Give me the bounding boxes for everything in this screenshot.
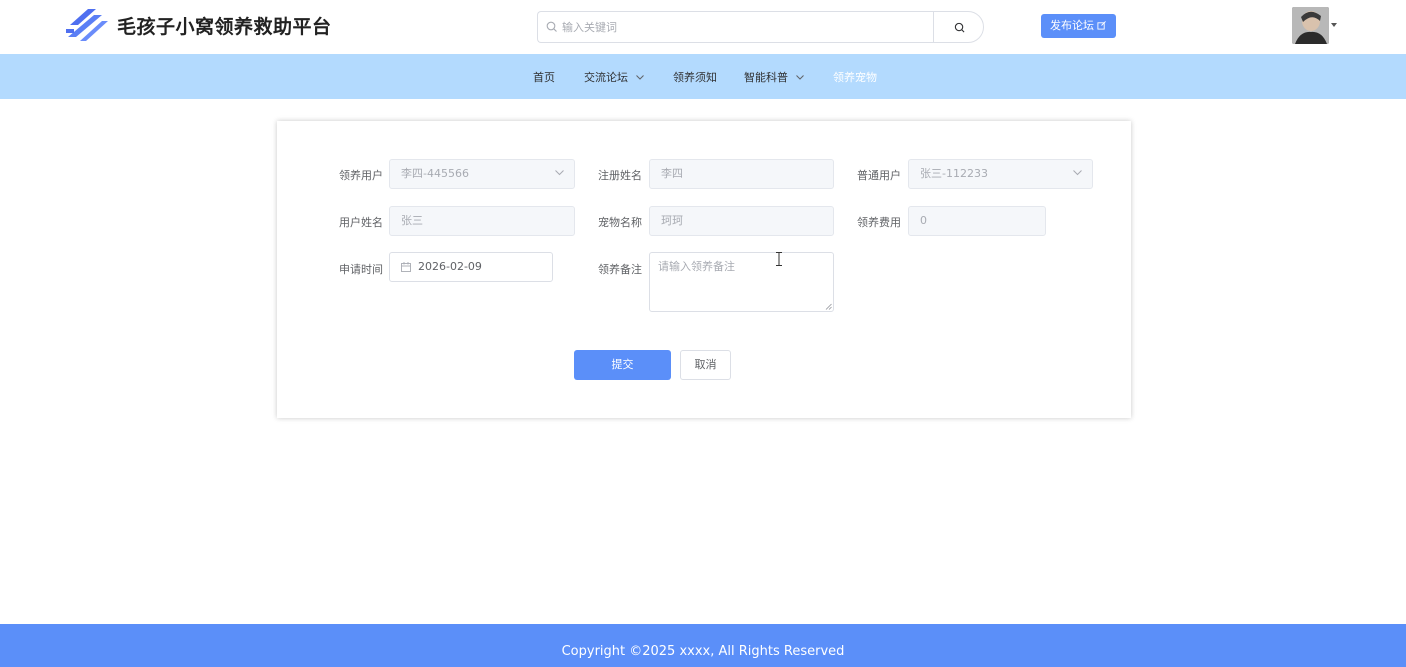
user-photo — [1292, 7, 1329, 44]
remark-label: 领养备注 — [598, 263, 642, 276]
apply-time-label: 申请时间 — [339, 263, 383, 276]
search-icon — [954, 22, 965, 33]
adopt-user-label: 领养用户 — [339, 169, 383, 182]
text-cursor-icon — [776, 252, 782, 266]
chevron-down-icon — [555, 170, 564, 176]
chevron-down-icon — [636, 75, 644, 80]
user-name-label: 用户姓名 — [339, 216, 383, 229]
cancel-button[interactable]: 取消 — [680, 350, 731, 380]
fee-field[interactable]: 0 — [908, 206, 1046, 236]
calendar-icon — [401, 262, 411, 272]
normal-user-select[interactable]: 张三-112233 — [908, 159, 1093, 189]
nav-item-adoption-notice[interactable]: 领养须知 — [673, 69, 717, 85]
publish-forum-label: 发布论坛 — [1050, 19, 1094, 32]
search-button[interactable] — [933, 11, 984, 43]
header: 毛孩子小窝领养救助平台 发布论坛 — [0, 0, 1406, 54]
main-nav: 首页 交流论坛 领养须知 智能科普 领养宠物 — [0, 54, 1406, 99]
normal-user-value: 张三-112233 — [920, 167, 988, 180]
fee-label: 领养费用 — [857, 216, 901, 229]
adopt-user-value: 李四-445566 — [401, 167, 469, 180]
nav-label: 领养宠物 — [833, 71, 877, 84]
pet-name-value: 珂珂 — [661, 214, 683, 227]
caret-down-icon[interactable] — [1331, 23, 1337, 27]
normal-user-label: 普通用户 — [857, 169, 901, 182]
footer: Copyright ©2025 xxxx, All Rights Reserve… — [0, 624, 1406, 667]
reg-name-field[interactable]: 李四 — [649, 159, 834, 189]
copyright-text: Copyright ©2025 xxxx, All Rights Reserve… — [561, 644, 845, 659]
publish-forum-button[interactable]: 发布论坛 — [1041, 14, 1116, 38]
avatar[interactable] — [1292, 7, 1329, 44]
user-name-value: 张三 — [401, 214, 423, 227]
search-input[interactable] — [562, 12, 922, 42]
chevron-down-icon — [1073, 170, 1082, 176]
nav-item-forum[interactable]: 交流论坛 — [584, 69, 644, 85]
search-field[interactable] — [537, 11, 934, 43]
nav-label: 智能科普 — [744, 71, 788, 84]
reg-name-value: 李四 — [661, 167, 683, 180]
logo-icon[interactable] — [64, 5, 110, 45]
apply-time-datepicker[interactable]: 2026-02-09 — [389, 252, 553, 282]
search-bar — [537, 11, 984, 43]
nav-item-adopt-pet[interactable]: 领养宠物 — [833, 69, 877, 85]
pet-name-field[interactable]: 珂珂 — [649, 206, 834, 236]
pet-name-label: 宠物名称 — [598, 216, 642, 229]
adoption-form-card: 领养用户 李四-445566 注册姓名 李四 普通用户 张三-112233 用户… — [277, 121, 1131, 418]
nav-item-home[interactable]: 首页 — [533, 69, 555, 85]
remark-textarea-wrap — [649, 252, 834, 312]
submit-button[interactable]: 提交 — [574, 350, 671, 380]
reg-name-label: 注册姓名 — [598, 169, 642, 182]
external-edit-icon — [1097, 21, 1106, 30]
nav-item-science[interactable]: 智能科普 — [744, 69, 804, 85]
user-name-field[interactable]: 张三 — [389, 206, 575, 236]
search-icon — [546, 21, 557, 32]
fee-value: 0 — [920, 214, 927, 227]
adopt-user-select[interactable]: 李四-445566 — [389, 159, 575, 189]
nav-label: 首页 — [533, 71, 555, 84]
nav-label: 领养须知 — [673, 71, 717, 84]
resize-grip-icon[interactable] — [825, 303, 832, 310]
apply-time-value: 2026-02-09 — [418, 260, 482, 273]
nav-label: 交流论坛 — [584, 71, 628, 84]
remark-textarea[interactable] — [650, 253, 833, 311]
site-title[interactable]: 毛孩子小窝领养救助平台 — [117, 12, 332, 39]
chevron-down-icon — [796, 75, 804, 80]
